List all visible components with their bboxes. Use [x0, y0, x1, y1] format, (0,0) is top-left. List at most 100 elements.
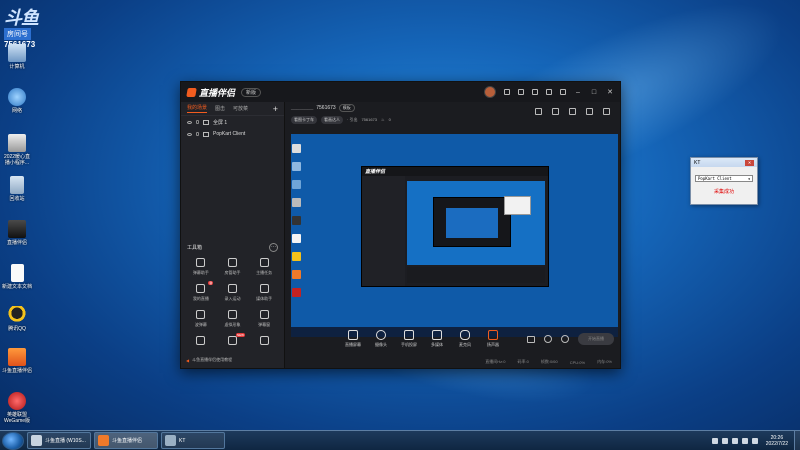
preview-desktop-icon: [292, 198, 301, 207]
lock-icon[interactable]: [552, 108, 559, 115]
network-icon: [8, 88, 26, 106]
app-titlebar[interactable]: 直播伴侣 新版 – □ ✕: [181, 82, 620, 102]
download-icon: [259, 336, 269, 345]
tool-item[interactable]: 虚拟形象: [217, 310, 249, 328]
fullscreen-toggle-icon[interactable]: [603, 108, 610, 115]
source-screen-button[interactable]: 直播屏幕: [339, 330, 367, 348]
preview-desktop-icon: [292, 144, 301, 153]
tray-icon[interactable]: [711, 437, 718, 444]
camera-icon: [376, 330, 386, 340]
add-scene-button[interactable]: +: [273, 104, 278, 114]
eye-icon[interactable]: [187, 120, 192, 124]
taskbar-app-streaming[interactable]: 斗鱼直播伴侣: [94, 432, 158, 449]
desktop-icon-qq[interactable]: 腾讯QQ: [2, 306, 32, 332]
streaming-app-window: 直播伴侣 新版 – □ ✕ 我的场景 图击 可放菜 + 全屏 1 PopKart…: [180, 81, 621, 369]
preview-brand: 直播伴侣: [362, 167, 548, 176]
category-tag[interactable]: 看画达人: [321, 115, 343, 124]
tray-icon[interactable]: [721, 437, 728, 444]
shirt-icon[interactable]: [546, 89, 552, 95]
desktop-icon-network[interactable]: 网络: [2, 88, 32, 114]
tool-item[interactable]: 弹幕助手: [185, 258, 217, 276]
lock-icon[interactable]: [196, 132, 199, 136]
more-tools-button[interactable]: ···: [269, 243, 278, 252]
screen-icon: [348, 330, 358, 340]
tool-item[interactable]: NEW: [217, 333, 249, 348]
taskbar-app-browser[interactable]: 斗鱼直播 (W10S...: [27, 432, 91, 449]
minimize-icon[interactable]: –: [574, 89, 582, 96]
room-tags-bar: 看图卡丁车 看画达人 · 引出 7561673 ♨ 0: [285, 114, 620, 125]
preview-nested-preview: [407, 181, 545, 265]
close-icon[interactable]: ✕: [745, 159, 754, 166]
taskbar-app-kt[interactable]: KT: [161, 432, 225, 449]
eye-icon[interactable]: [187, 132, 192, 136]
network-tray-icon[interactable]: [741, 437, 748, 444]
layout-icon[interactable]: [535, 108, 542, 115]
tool-item[interactable]: 新我的直播: [185, 281, 217, 302]
desktop-icon-app1[interactable]: 2022暖心直播小程序...: [2, 134, 32, 166]
tool-item[interactable]: 房管助手: [217, 258, 249, 276]
toolbox-title: 工具箱: [187, 245, 203, 251]
speaker-button[interactable]: 扬声器: [479, 330, 507, 348]
tab-my-scenes[interactable]: 我的场景: [187, 104, 208, 113]
show-desktop-button[interactable]: [794, 431, 800, 450]
mic-button[interactable]: 麦克风: [451, 330, 479, 348]
tutorial-link[interactable]: ◀ 斗鱼直播伴侣使用教程: [186, 357, 279, 363]
clock[interactable]: 20:26 2022/7/22: [766, 435, 788, 447]
chat-icon[interactable]: [518, 89, 524, 95]
source-phone-cast-button[interactable]: 手机投屏: [395, 330, 423, 348]
tab-third[interactable]: 可放菜: [233, 105, 248, 112]
desktop-icon-app2[interactable]: 直播伴侣: [2, 220, 32, 246]
tool-item[interactable]: 录入运动: [217, 284, 249, 302]
message-icon[interactable]: [504, 89, 510, 95]
scene-label: 全屏 1: [213, 119, 228, 126]
tool-item[interactable]: 媒体助手: [248, 284, 280, 302]
tool-item[interactable]: [185, 336, 217, 348]
source-camera-button[interactable]: 摄像头: [367, 330, 395, 348]
desktop-icon-recycle-bin[interactable]: 回收站: [2, 176, 32, 202]
tool-item[interactable]: 弹幕窗: [248, 310, 280, 328]
kt-title: KT: [694, 159, 701, 166]
lock-icon[interactable]: [196, 120, 199, 124]
maximize-icon[interactable]: □: [590, 89, 598, 96]
desktop-icon-game[interactable]: 英雄联盟WeGame版: [2, 392, 32, 424]
image-icon: [196, 336, 206, 345]
clock-icon[interactable]: [544, 335, 552, 343]
record-video-icon[interactable]: [527, 335, 535, 343]
scene-item[interactable]: PopKart Client: [181, 128, 284, 140]
computer-icon: [8, 44, 26, 62]
room-number-text: 7561673: [316, 105, 336, 111]
source-media-button[interactable]: 多媒体: [423, 330, 451, 348]
scene-item[interactable]: 全屏 1: [181, 116, 284, 128]
tool-item[interactable]: [248, 336, 280, 348]
tray-icon[interactable]: [731, 437, 738, 444]
avatar[interactable]: [484, 86, 496, 98]
tool-item[interactable]: 主播任务: [248, 258, 280, 276]
settings-gear-icon[interactable]: [561, 335, 569, 343]
stream-preview[interactable]: 直播伴侣: [291, 134, 618, 337]
tab-second[interactable]: 图击: [215, 105, 225, 112]
preview-sidebar: [362, 176, 405, 286]
new-badge: 新: [208, 281, 214, 285]
document-icon: [10, 264, 24, 282]
desktop-icon-app3[interactable]: 斗鱼直播伴侣: [2, 348, 32, 374]
mic-icon: [460, 330, 470, 340]
bell-icon[interactable]: [586, 108, 593, 115]
settings-icon[interactable]: [560, 89, 566, 95]
version-badge[interactable]: 新版: [241, 87, 262, 97]
start-button[interactable]: [2, 431, 24, 450]
app-icon: [8, 220, 26, 238]
close-icon[interactable]: ✕: [606, 88, 614, 96]
window-select[interactable]: PopKart Client ▼: [695, 175, 753, 182]
template-pill[interactable]: 模板: [338, 104, 355, 112]
volume-icon[interactable]: [751, 437, 758, 444]
desktop-icon-computer[interactable]: 计算机: [2, 44, 32, 70]
tool-item[interactable]: 波弹幕: [185, 310, 217, 328]
preview-kt-dialog: [504, 196, 531, 215]
gift-icon[interactable]: [532, 89, 538, 95]
record-icon[interactable]: [569, 108, 576, 115]
kt-titlebar[interactable]: KT ✕: [691, 158, 757, 167]
category-tag[interactable]: 看图卡丁车: [291, 115, 317, 124]
admin-icon: [227, 258, 237, 267]
desktop-icon-document[interactable]: 新建文本文档: [2, 264, 32, 290]
start-live-button[interactable]: 开始直播: [578, 333, 614, 345]
